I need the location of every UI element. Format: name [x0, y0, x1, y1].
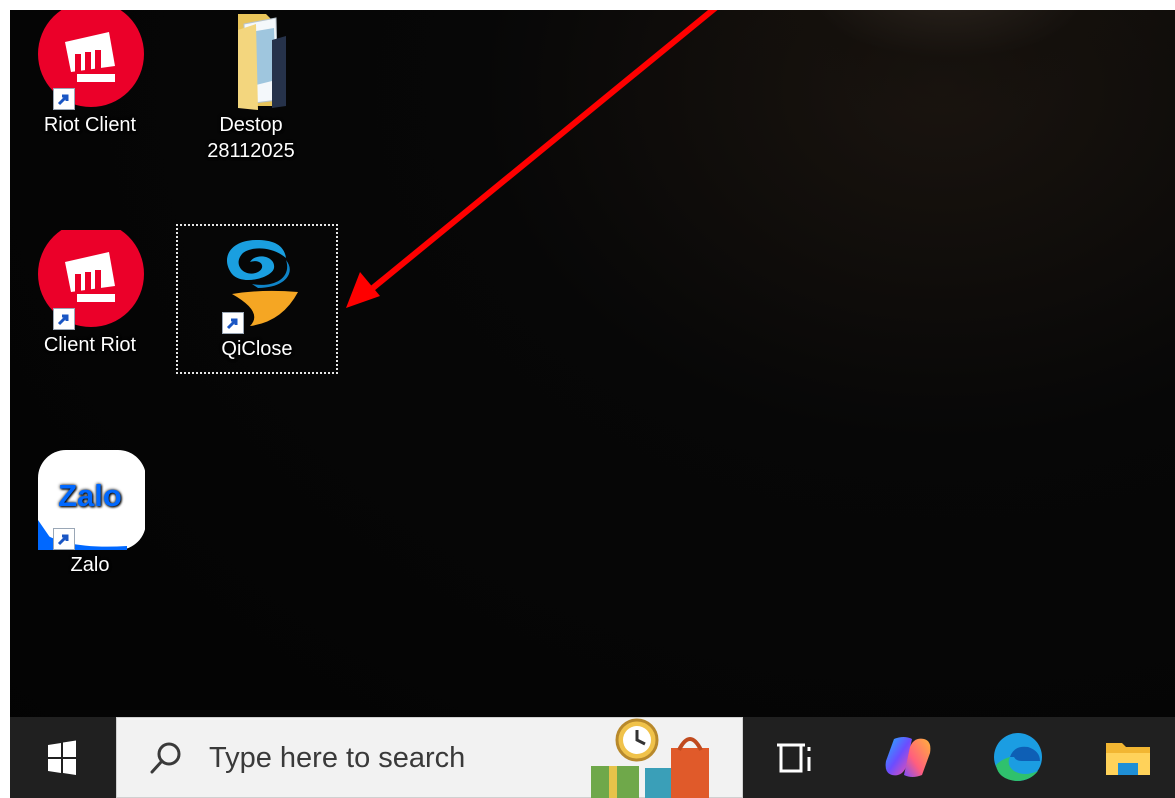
- desktop-icon-qiclose[interactable]: QiClose: [176, 224, 338, 374]
- desktop-icon-label: Client Riot: [43, 334, 137, 356]
- desktop-icon-folder-destop[interactable]: Destop 28112025: [176, 10, 326, 164]
- desktop[interactable]: Riot Client Destop 28112025 Client Riot …: [10, 10, 1175, 798]
- arrow-shaft: [365, 10, 718, 295]
- shortcut-arrow-icon: [222, 312, 244, 334]
- search-placeholder: Type here to search: [209, 742, 466, 774]
- shortcut-arrow-icon: [53, 88, 75, 110]
- search-box[interactable]: Type here to search: [116, 717, 743, 798]
- desktop-icon-label: QiClose: [221, 338, 293, 360]
- copilot-icon: [885, 737, 931, 777]
- qiclose-icon: [202, 234, 312, 334]
- task-view-icon: [777, 743, 811, 773]
- task-view-button[interactable]: [749, 717, 845, 798]
- wallpaper-glow: [700, 10, 1175, 110]
- shortcut-arrow-icon: [53, 528, 75, 550]
- riot-client-icon: [35, 10, 145, 110]
- edge-button[interactable]: [970, 717, 1066, 798]
- desktop-icon-label: Riot Client: [43, 114, 137, 136]
- desktop-icon-label: Zalo: [70, 554, 110, 576]
- zalo-logo-text: Zalo: [58, 478, 122, 513]
- zalo-icon: Zalo: [35, 450, 146, 550]
- desktop-icon-client-riot[interactable]: Client Riot: [15, 221, 165, 358]
- start-button[interactable]: [10, 717, 110, 798]
- desktop-icon-zalo[interactable]: Zalo Zalo: [15, 450, 165, 578]
- search-icon: [150, 742, 181, 774]
- shortcut-arrow-icon: [53, 308, 75, 330]
- desktop-icon-riot-client[interactable]: Riot Client: [15, 10, 165, 138]
- file-explorer-button[interactable]: [1080, 717, 1175, 798]
- shopping-promo-icon: [591, 718, 709, 798]
- windows-logo-icon: [48, 740, 76, 775]
- copilot-button[interactable]: [860, 717, 956, 798]
- desktop-icon-label-line2: 28112025: [207, 140, 295, 162]
- desktop-icon-label: Destop: [219, 114, 283, 136]
- riot-client-icon: [35, 221, 145, 330]
- folder-icon: [196, 10, 306, 110]
- edge-icon: [994, 733, 1042, 781]
- file-explorer-icon: [1106, 743, 1150, 775]
- arrow-head: [346, 272, 380, 308]
- taskbar: Type here to search: [10, 717, 1175, 798]
